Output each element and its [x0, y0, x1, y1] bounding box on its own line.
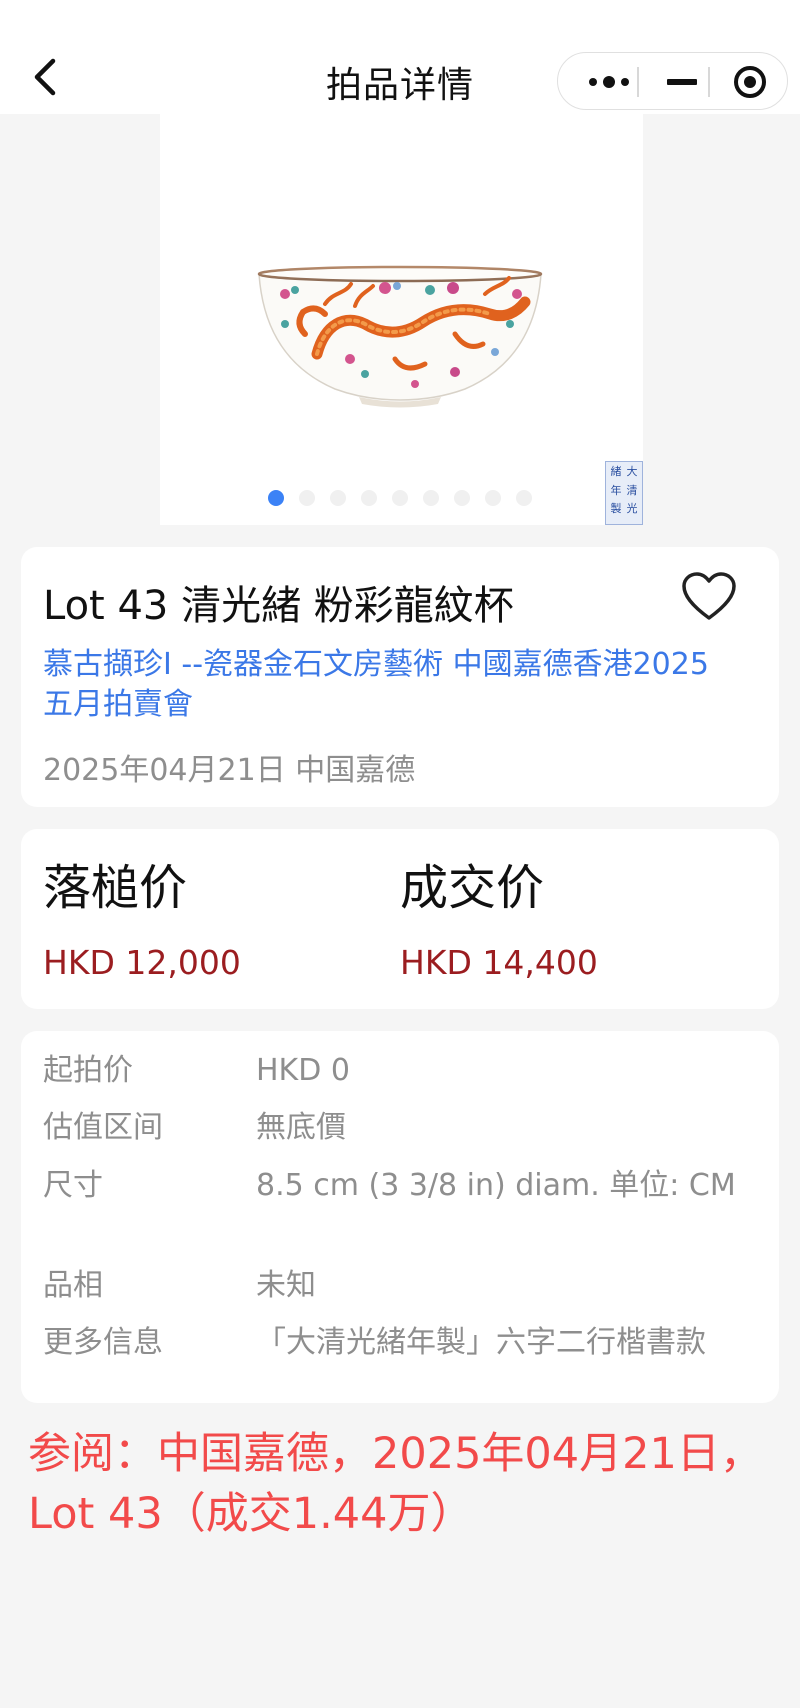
hammer-price-value: HKD 12,000 — [43, 943, 241, 982]
price-card: 落槌价 HKD 12,000 成交价 HKD 14,400 — [21, 829, 779, 1009]
heart-icon — [682, 572, 736, 620]
capsule-divider — [708, 67, 710, 97]
final-price-value: HKD 14,400 — [400, 943, 598, 982]
seal-character: 製 — [610, 502, 622, 516]
seal-character: 清 — [626, 483, 638, 497]
info-value: 「大清光緒年製」六字二行楷書款 — [256, 1325, 706, 1360]
minimize-button[interactable] — [652, 53, 712, 111]
favorite-button[interactable] — [681, 571, 737, 623]
seal-character: 緒 — [610, 465, 622, 478]
carousel-dot[interactable] — [454, 490, 470, 506]
image-carousel[interactable]: 緒大年清製光 — [160, 114, 643, 525]
info-key: 起拍价 — [43, 1053, 133, 1088]
info-key: 尺寸 — [43, 1168, 103, 1203]
lot-title: Lot 43 清光緒 粉彩龍紋杯 — [43, 583, 514, 629]
miniprogram-capsule — [557, 52, 788, 110]
info-value: 無底價 — [256, 1110, 346, 1145]
more-dots-icon — [589, 76, 629, 88]
carousel-dot[interactable] — [392, 490, 408, 506]
info-key: 品相 — [43, 1268, 103, 1303]
capsule-divider — [637, 67, 639, 97]
target-circle-icon — [734, 66, 766, 98]
info-key: 估值区间 — [43, 1110, 163, 1145]
seal-character: 年 — [610, 483, 622, 497]
hammer-price-label: 落槌价 — [43, 860, 188, 916]
info-value: HKD 0 — [256, 1053, 350, 1088]
carousel-dot[interactable] — [485, 490, 501, 506]
sale-name-link[interactable]: 慕古擷珍I --瓷器金石文房藝術 中國嘉德香港2025五月拍賣會 — [43, 645, 723, 725]
close-miniprogram-button[interactable] — [716, 53, 784, 111]
minus-icon — [667, 79, 697, 85]
hammer-price-block: 落槌价 HKD 12,000 — [43, 853, 241, 982]
reign-mark-seal: 緒大年清製光 — [605, 461, 643, 525]
info-value: 未知 — [256, 1268, 316, 1303]
info-key: 更多信息 — [43, 1325, 163, 1360]
info-value: 8.5 cm (3 3/8 in) diam. 单位: CM — [256, 1168, 736, 1203]
navigation-bar: 拍品详情 — [0, 0, 800, 114]
carousel-dot[interactable] — [423, 490, 439, 506]
seal-character: 光 — [626, 502, 638, 516]
lot-info-card: 起拍价 HKD 0 估值区间 無底價 尺寸 8.5 cm (3 3/8 in) … — [21, 1031, 779, 1403]
lot-image — [257, 265, 543, 408]
lot-title-card: Lot 43 清光緒 粉彩龍紋杯 慕古擷珍I --瓷器金石文房藝術 中國嘉德香港… — [21, 547, 779, 807]
reference-note: 参阅：中国嘉德，2025年04月21日，Lot 43（成交1.44万） — [28, 1429, 763, 1539]
sale-date-house: 2025年04月21日 中国嘉德 — [43, 753, 416, 788]
final-price-block: 成交价 HKD 14,400 — [400, 853, 598, 982]
final-price-label: 成交价 — [400, 860, 545, 916]
seal-character: 大 — [626, 465, 638, 478]
carousel-dot[interactable] — [330, 490, 346, 506]
carousel-dot[interactable] — [299, 490, 315, 506]
carousel-dot[interactable] — [361, 490, 377, 506]
carousel-dot[interactable] — [268, 490, 284, 506]
carousel-dot[interactable] — [516, 490, 532, 506]
carousel-indicator — [268, 490, 532, 506]
